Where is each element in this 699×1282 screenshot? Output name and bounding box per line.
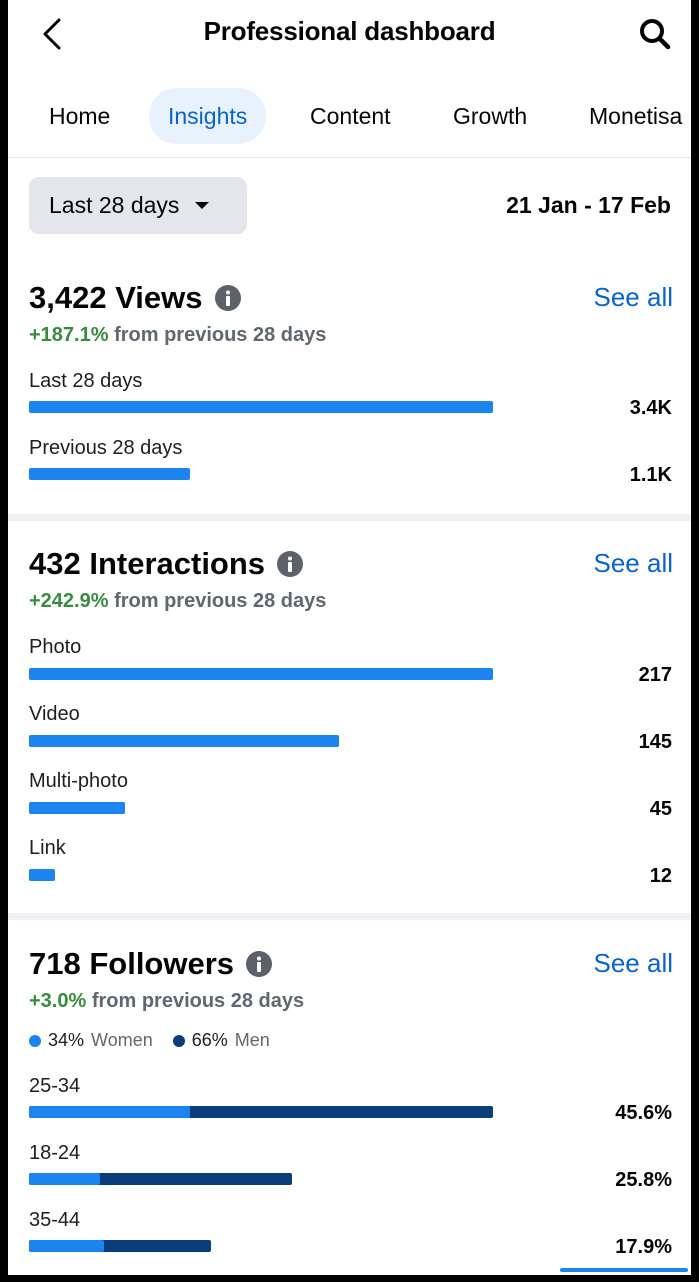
followers-bar-track <box>29 1240 493 1252</box>
tab-home[interactable]: Home <box>30 88 129 144</box>
interactions-title: 432 Interactions <box>29 546 304 582</box>
gender-legend: 34% Women 66% Men <box>29 1030 290 1051</box>
followers-bar-track <box>29 1173 493 1185</box>
followers-bar-women <box>29 1106 190 1118</box>
views-row-value: 1.1K <box>629 464 672 486</box>
followers-bar-track <box>29 1106 493 1118</box>
tabs-divider <box>8 157 691 158</box>
followers-title-text: 718 Followers <box>29 946 235 981</box>
interactions-delta: +242.9% from previous 28 days <box>29 590 326 613</box>
interactions-delta-pct: +242.9% <box>29 590 109 612</box>
followers-title: 718 Followers <box>29 946 273 982</box>
interactions-row-value: 45 <box>649 798 672 820</box>
date-range-dropdown-label: Last 28 days <box>49 192 180 218</box>
scroll-indicator <box>560 1268 688 1272</box>
followers-delta-pct: +3.0% <box>29 990 87 1012</box>
views-delta-text: from previous 28 days <box>108 324 327 346</box>
tab-bar: Home Insights Content Growth Monetisa <box>8 86 691 148</box>
followers-age-value: 45.6% <box>615 1102 672 1124</box>
followers-see-all-link[interactable]: See all <box>594 948 674 979</box>
legend-women-pct: 34% <box>48 1030 85 1050</box>
views-title-text: 3,422 Views <box>29 280 203 315</box>
interactions-row-value: 217 <box>638 664 672 686</box>
views-bar-track <box>29 468 493 480</box>
views-row-label: Previous 28 days <box>29 437 183 459</box>
section-divider <box>8 913 691 920</box>
interactions-bar <box>29 802 126 814</box>
legend-men: 66% Men <box>172 1030 270 1051</box>
followers-age-label: 25-34 <box>29 1075 81 1097</box>
views-row-label: Last 28 days <box>29 370 143 392</box>
date-range-text: 21 Jan - 17 Feb <box>506 192 671 218</box>
app-header: Professional dashboard <box>8 0 691 70</box>
views-bar <box>29 401 493 413</box>
interactions-row-label: Multi-photo <box>29 770 128 792</box>
info-icon[interactable] <box>246 951 273 977</box>
interactions-bar <box>29 668 493 680</box>
interactions-bar-track <box>29 869 493 881</box>
tab-monetisation[interactable]: Monetisa <box>570 88 691 144</box>
views-delta-pct: +187.1% <box>29 324 109 346</box>
views-row-value: 3.4K <box>629 397 672 419</box>
interactions-bar <box>29 869 55 881</box>
interactions-bar-track <box>29 802 493 814</box>
interactions-row-label: Video <box>29 703 80 725</box>
interactions-bar-track <box>29 735 493 747</box>
followers-delta: +3.0% from previous 28 days <box>29 990 304 1013</box>
interactions-row-label: Link <box>29 837 66 859</box>
interactions-title-text: 432 Interactions <box>29 546 266 581</box>
legend-dot-women <box>29 1034 41 1047</box>
interactions-see-all-link[interactable]: See all <box>594 548 674 579</box>
tab-content[interactable]: Content <box>291 88 410 144</box>
followers-bar-women <box>29 1173 100 1185</box>
tab-growth[interactable]: Growth <box>434 88 546 144</box>
views-title: 3,422 Views <box>29 280 241 316</box>
views-bar-track <box>29 401 493 413</box>
legend-women-label: Women <box>91 1030 153 1050</box>
followers-age-value: 25.8% <box>615 1169 672 1191</box>
tab-insights[interactable]: Insights <box>149 88 267 144</box>
legend-dot-men <box>172 1034 185 1047</box>
search-button[interactable] <box>635 14 675 54</box>
page-title: Professional dashboard <box>203 16 496 46</box>
legend-women: 34% Women <box>29 1030 153 1051</box>
views-bar <box>29 468 191 480</box>
info-icon[interactable] <box>214 285 241 311</box>
interactions-bar-track <box>29 668 493 680</box>
interactions-bar <box>29 735 339 747</box>
views-delta: +187.1% from previous 28 days <box>29 324 326 347</box>
screen: Professional dashboard Home Insights Con… <box>8 0 691 1275</box>
interactions-row-label: Photo <box>29 636 82 658</box>
legend-men-label: Men <box>234 1030 270 1050</box>
followers-age-label: 18-24 <box>29 1142 81 1164</box>
followers-bar-women <box>29 1240 104 1252</box>
interactions-row-value: 145 <box>638 731 672 753</box>
search-icon <box>640 19 671 50</box>
info-icon[interactable] <box>277 551 304 577</box>
views-see-all-link[interactable]: See all <box>594 282 674 313</box>
followers-delta-text: from previous 28 days <box>86 990 305 1012</box>
date-range-dropdown[interactable]: Last 28 days <box>29 177 247 234</box>
caret-down-icon <box>195 202 210 209</box>
followers-age-label: 35-44 <box>29 1209 81 1231</box>
legend-men-pct: 66% <box>191 1030 228 1050</box>
followers-age-value: 17.9% <box>615 1236 672 1258</box>
interactions-row-value: 12 <box>649 865 672 887</box>
interactions-delta-text: from previous 28 days <box>108 590 327 612</box>
section-divider <box>8 514 691 521</box>
